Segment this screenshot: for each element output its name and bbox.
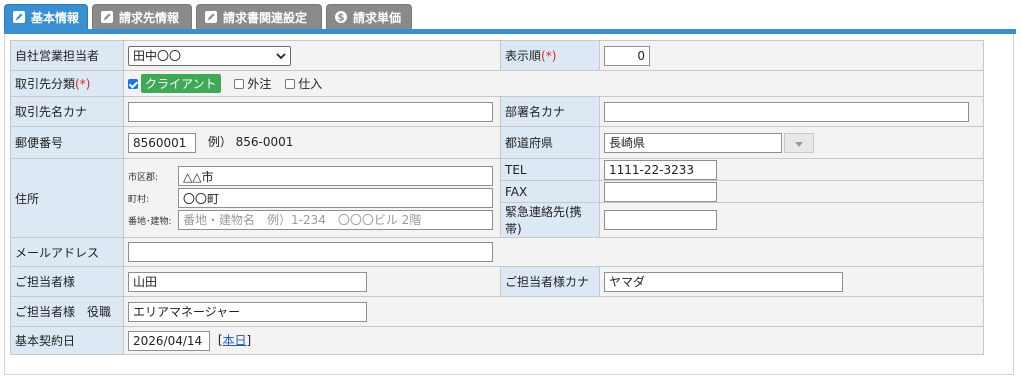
address-town-row: 町村:: [128, 187, 496, 209]
display-order-label: 表示順(*): [500, 40, 600, 71]
checkbox-outsource-label: 外注: [247, 77, 272, 91]
checkbox-purchase[interactable]: 仕入: [285, 75, 322, 92]
address-town-label: 町村:: [128, 194, 150, 205]
staff-select[interactable]: 田中〇〇: [128, 45, 291, 66]
contact-kana-label: ご担当者様カナ: [500, 266, 600, 297]
tab-billing-info[interactable]: 請求先情報: [92, 4, 192, 29]
fax-input[interactable]: [604, 181, 717, 202]
email-input[interactable]: [128, 242, 493, 262]
fax-label: FAX: [500, 180, 600, 203]
address-city-label: 市区郡:: [128, 172, 159, 183]
tab-invoice-settings[interactable]: 請求書関連設定: [196, 4, 322, 29]
partner-kana-input[interactable]: [128, 101, 493, 122]
checkbox-outsource[interactable]: 外注: [234, 75, 271, 92]
triangle-down-icon: [795, 136, 803, 150]
emergency-label: 緊急連絡先(携帯): [500, 202, 600, 238]
address-city-row: 市区郡:: [128, 165, 496, 187]
svg-text:$: $: [338, 13, 345, 24]
customer-form: 自社営業担当者 田中〇〇 表示順(*) 取引先分類(*) クライアント 外注: [10, 40, 984, 355]
partner-kana-label: 取引先名カナ: [10, 96, 124, 127]
tel-input[interactable]: [604, 159, 717, 180]
dept-kana-label: 部署名カナ: [500, 96, 600, 127]
tab-billing-price[interactable]: $ 請求単価: [326, 4, 412, 29]
display-order-input[interactable]: [604, 45, 650, 66]
address-street-row: 番地･建物:: [128, 209, 496, 231]
checkbox-purchase-label: 仕入: [298, 77, 323, 91]
tab-label: 請求単価: [353, 10, 402, 25]
staff-select-value: 田中〇〇: [133, 49, 182, 63]
postal-input[interactable]: [128, 132, 196, 153]
contact-kana-input[interactable]: [604, 271, 843, 292]
tab-label: 基本情報: [31, 10, 80, 25]
prefecture-label: 都道府県: [500, 126, 600, 159]
contact-title-input[interactable]: [128, 301, 367, 322]
tab-label: 請求書関連設定: [223, 10, 308, 25]
edit-icon: [12, 10, 26, 24]
checkbox-client[interactable]: クライアント: [128, 74, 221, 93]
chevron-down-icon: [276, 49, 286, 63]
address-label: 住所: [10, 158, 124, 238]
contract-date-label: 基本契約日: [10, 326, 124, 355]
checkbox-outsource-box[interactable]: [234, 78, 245, 89]
postal-example: 例） 856-0001: [207, 135, 294, 149]
dept-kana-input[interactable]: [604, 101, 969, 122]
bracket-close: ]: [246, 333, 252, 347]
today-link[interactable]: 本日: [223, 333, 247, 347]
contact-label: ご担当者様: [10, 266, 124, 297]
checkbox-client-box[interactable]: [128, 78, 138, 89]
dollar-icon: $: [334, 10, 348, 24]
edit-icon: [204, 10, 218, 24]
partner-type-label: 取引先分類(*): [10, 70, 124, 97]
address-street-label: 番地･建物:: [128, 216, 172, 227]
address-town-input[interactable]: [178, 188, 493, 208]
prefecture-input[interactable]: [604, 132, 782, 153]
postal-label: 郵便番号: [10, 126, 124, 159]
prefecture-dropdown-button[interactable]: [784, 132, 814, 153]
edit-icon: [100, 10, 114, 24]
email-label: メールアドレス: [10, 237, 124, 267]
address-city-input[interactable]: [178, 166, 493, 186]
checkbox-purchase-box[interactable]: [285, 78, 296, 89]
contact-input[interactable]: [128, 271, 367, 292]
tel-label: TEL: [500, 158, 600, 181]
contract-date-input[interactable]: [128, 330, 210, 351]
address-street-input[interactable]: [178, 210, 493, 230]
contact-title-label: ご担当者様 役職: [10, 296, 124, 327]
emergency-input[interactable]: [604, 210, 717, 230]
client-tag: クライアント: [141, 74, 221, 93]
tab-basic-info[interactable]: 基本情報: [4, 4, 88, 29]
staff-label: 自社営業担当者: [10, 40, 124, 71]
tab-label: 請求先情報: [119, 10, 180, 25]
